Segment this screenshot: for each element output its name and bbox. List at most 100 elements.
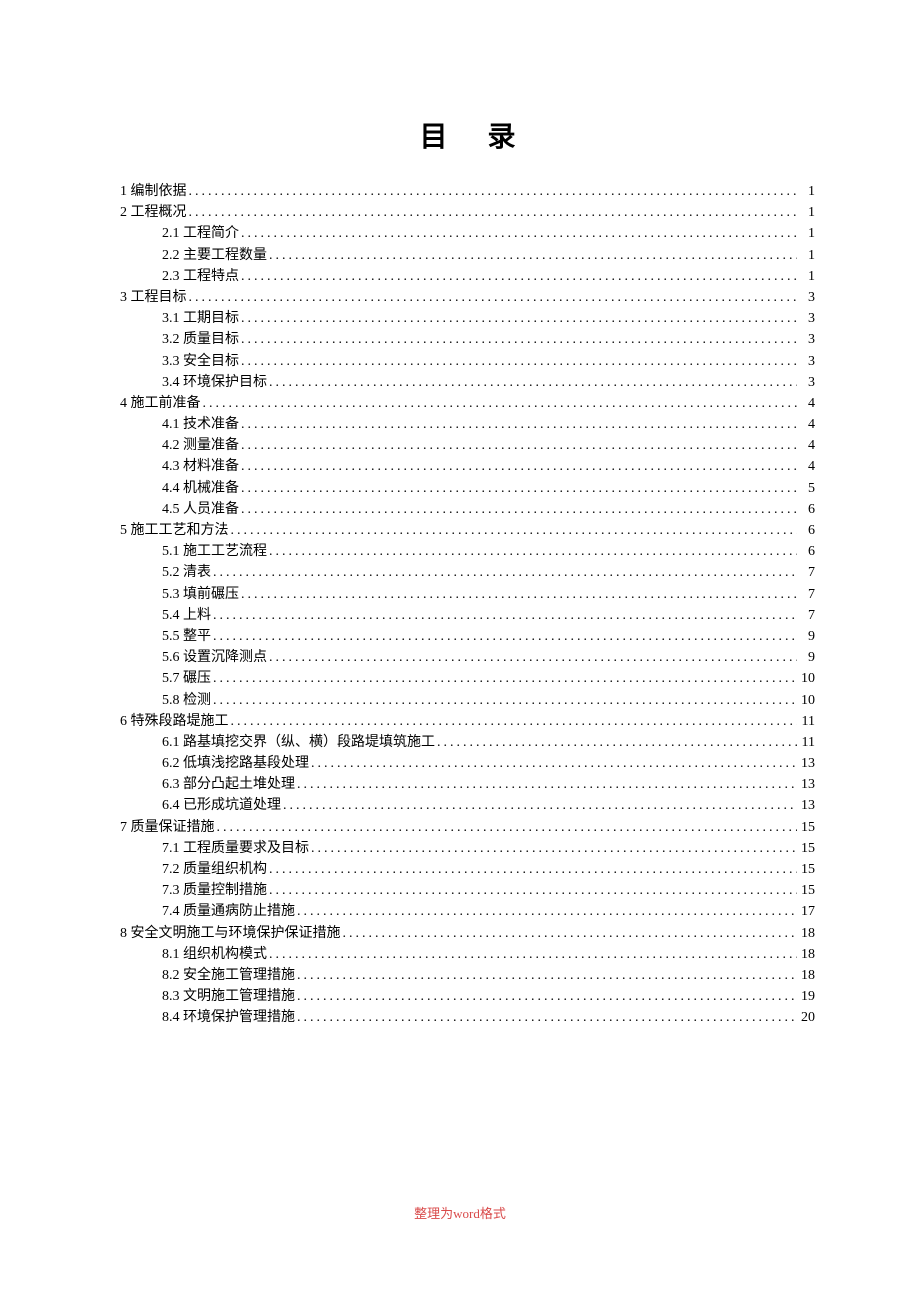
toc-entry-page: 18	[799, 948, 815, 962]
toc-entry-label: 2.2 主要工程数量	[162, 249, 267, 263]
toc-leader-dots	[269, 651, 797, 665]
toc-entry: 2.2 主要工程数量 1	[120, 249, 815, 263]
toc-leader-dots	[269, 884, 797, 898]
toc-leader-dots	[217, 821, 798, 835]
toc-entry-page: 1	[799, 227, 815, 241]
toc-entry-page: 7	[799, 566, 815, 580]
toc-entry-page: 3	[799, 355, 815, 369]
toc-entry-page: 15	[799, 842, 815, 856]
toc-leader-dots	[283, 799, 797, 813]
toc-entry: 3.1 工期目标3	[120, 312, 815, 326]
toc-entry: 8.2 安全施工管理措施18	[120, 969, 815, 983]
toc-entry-label: 5.2 清表	[162, 566, 211, 580]
toc-leader-dots	[269, 545, 797, 559]
toc-leader-dots	[437, 736, 797, 750]
toc-entry: 6.3 部分凸起土堆处理13	[120, 778, 815, 792]
toc-entry: 5.1 施工工艺流程6	[120, 545, 815, 559]
toc-entry: 2 工程概况1	[120, 206, 815, 220]
toc-entry-page: 7	[799, 588, 815, 602]
toc-entry-label: 4.2 测量准备	[162, 439, 239, 453]
toc-entry-label: 8.3 文明施工管理措施	[162, 990, 295, 1004]
toc-entry: 6.4 已形成坑道处理 13	[120, 799, 815, 813]
toc-entry-label: 5.6 设置沉降测点	[162, 651, 267, 665]
toc-entry-page: 11	[799, 715, 815, 729]
toc-leader-dots	[269, 249, 797, 263]
toc-entry: 5.4 上料7	[120, 609, 815, 623]
toc-entry-page: 4	[799, 439, 815, 453]
toc-entry-label: 4 施工前准备	[120, 397, 201, 411]
toc-leader-dots	[269, 948, 797, 962]
toc-entry-page: 13	[799, 757, 815, 771]
toc-entry: 4 施工前准备 4	[120, 397, 815, 411]
toc-entry-label: 5.8 检测	[162, 694, 211, 708]
toc-leader-dots	[269, 376, 797, 390]
toc-entry-label: 5.5 整平	[162, 630, 211, 644]
toc-entry: 8.4 环境保护管理措施20	[120, 1011, 815, 1025]
toc-entry: 5 施工工艺和方法 6	[120, 524, 815, 538]
toc-leader-dots	[213, 672, 797, 686]
toc-entry: 3 工程目标3	[120, 291, 815, 305]
toc-entry: 2.1 工程简介1	[120, 227, 815, 241]
toc-entry: 8 安全文明施工与环境保护保证措施 18	[120, 927, 815, 941]
toc-entry: 4.2 测量准备 4	[120, 439, 815, 453]
toc-entry-label: 6.2 低填浅挖路基段处理	[162, 757, 309, 771]
toc-entry-label: 7.3 质量控制措施	[162, 884, 267, 898]
toc-leader-dots	[343, 927, 798, 941]
toc-leader-dots	[241, 355, 797, 369]
toc-entry: 1 编制依据 1	[120, 185, 815, 199]
toc-entry-page: 18	[799, 927, 815, 941]
toc-entry-label: 6.3 部分凸起土堆处理	[162, 778, 295, 792]
toc-entry-page: 7	[799, 609, 815, 623]
toc-leader-dots	[189, 206, 798, 220]
toc-entry-page: 1	[799, 185, 815, 199]
toc-entry-label: 3 工程目标	[120, 291, 187, 305]
toc-entry-label: 3.2 质量目标	[162, 333, 239, 347]
toc-entry-label: 8 安全文明施工与环境保护保证措施	[120, 927, 341, 941]
toc-entry-label: 6.4 已形成坑道处理	[162, 799, 281, 813]
toc-leader-dots	[189, 185, 798, 199]
toc-leader-dots	[241, 460, 797, 474]
toc-entry: 8.1 组织机构模式 18	[120, 948, 815, 962]
toc-entry-page: 9	[799, 630, 815, 644]
toc-leader-dots	[297, 990, 797, 1004]
toc-entry-page: 6	[799, 524, 815, 538]
footer-prefix: 整理为	[414, 1206, 453, 1221]
toc-entry-label: 8.4 环境保护管理措施	[162, 1011, 295, 1025]
toc-entry-label: 7 质量保证措施	[120, 821, 215, 835]
toc-entry-page: 4	[799, 397, 815, 411]
toc-entry-page: 3	[799, 376, 815, 390]
toc-leader-dots	[241, 588, 797, 602]
toc-leader-dots	[189, 291, 798, 305]
toc-entry: 4.1 技术准备4	[120, 418, 815, 432]
toc-entry-page: 4	[799, 418, 815, 432]
toc-leader-dots	[241, 482, 797, 496]
toc-leader-dots	[213, 694, 797, 708]
toc-entry: 7.4 质量通病防止措施17	[120, 905, 815, 919]
toc-entry-label: 3.1 工期目标	[162, 312, 239, 326]
toc-entry-page: 5	[799, 482, 815, 496]
toc-entry-page: 13	[799, 799, 815, 813]
toc-entry-page: 3	[799, 333, 815, 347]
toc-leader-dots	[213, 609, 797, 623]
toc-entry-label: 8.1 组织机构模式	[162, 948, 267, 962]
toc-entry: 7.2 质量组织机构15	[120, 863, 815, 877]
toc-entry-label: 1 编制依据	[120, 185, 187, 199]
toc-entry-label: 7.4 质量通病防止措施	[162, 905, 295, 919]
toc-entry-label: 7.1 工程质量要求及目标	[162, 842, 309, 856]
toc-entry-label: 5.3 填前碾压	[162, 588, 239, 602]
toc-entry: 5.7 碾压10	[120, 672, 815, 686]
toc-entry-label: 4.4 机械准备	[162, 482, 239, 496]
toc-leader-dots	[203, 397, 798, 411]
toc-entry-label: 5 施工工艺和方法	[120, 524, 229, 538]
toc-entry-page: 1	[799, 249, 815, 263]
toc-leader-dots	[311, 842, 797, 856]
footer-suffix: 格式	[480, 1206, 506, 1221]
document-page: 目录 1 编制依据12 工程概况12.1 工程简介12.2 主要工程数量12.3…	[0, 0, 920, 1025]
toc-entry-label: 6.1 路基填挖交界（纵、横）段路堤填筑施工	[162, 736, 435, 750]
toc-leader-dots	[297, 969, 797, 983]
toc-leader-dots	[241, 333, 797, 347]
toc-entry: 6 特殊段路堤施工11	[120, 715, 815, 729]
toc-entry: 7.1 工程质量要求及目标 15	[120, 842, 815, 856]
toc-entry-page: 15	[799, 821, 815, 835]
toc-entry: 7.3 质量控制措施15	[120, 884, 815, 898]
